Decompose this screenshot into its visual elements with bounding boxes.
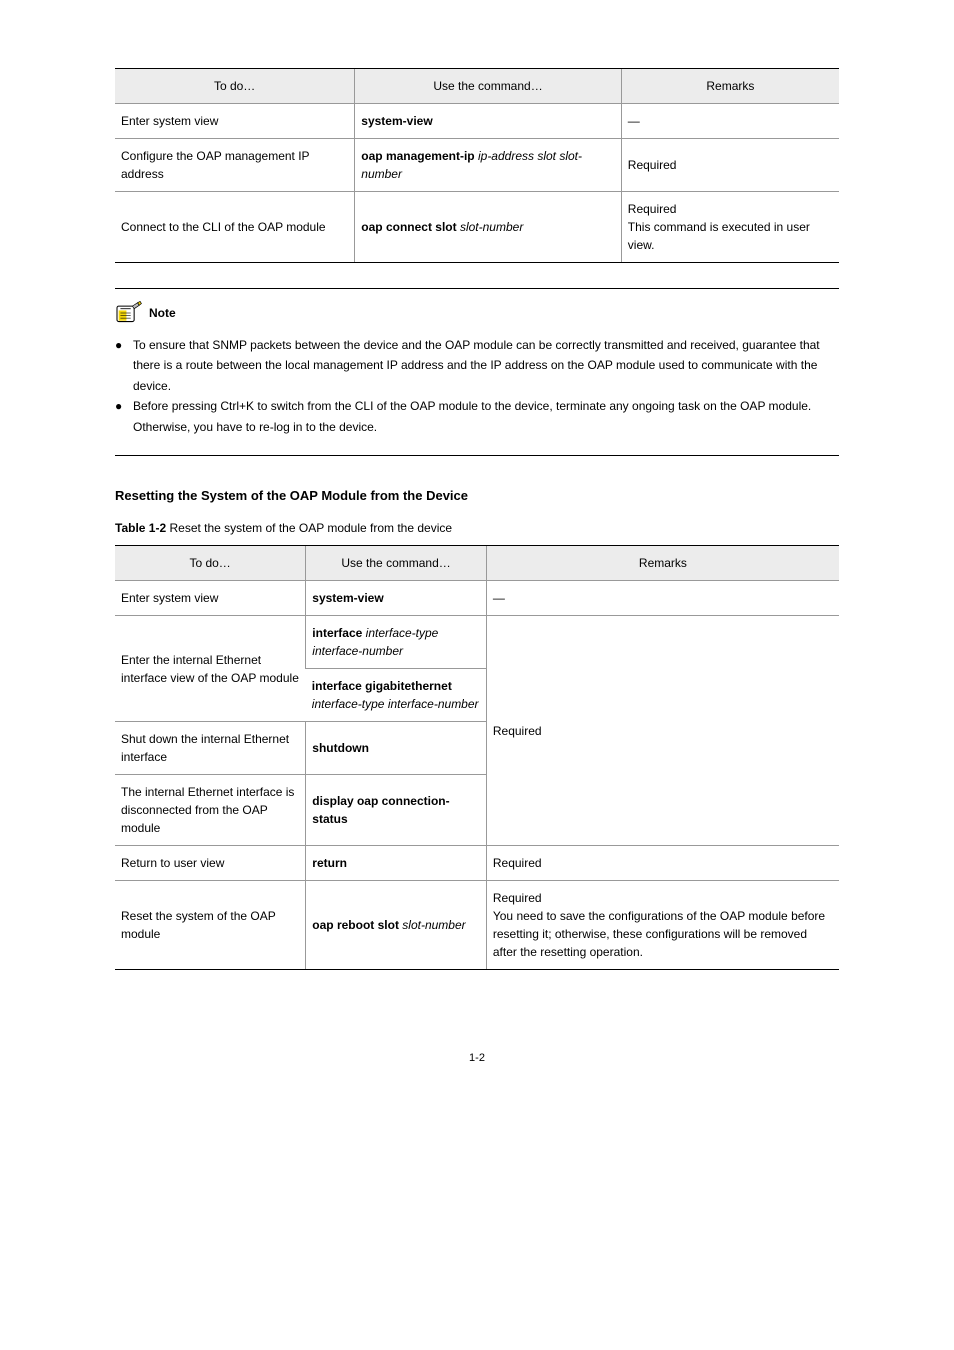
cell: shutdown [306, 722, 487, 775]
cell: Return to user view [115, 846, 306, 881]
note-bullet: Before pressing Ctrl+K to switch from th… [133, 396, 839, 437]
table-caption: Table 1-2 Reset the system of the OAP mo… [115, 519, 839, 537]
caption-strong: Table 1-2 [115, 521, 166, 535]
note-bullet: To ensure that SNMP packets between the … [133, 335, 839, 396]
cell: The internal Ethernet interface is disco… [115, 775, 306, 846]
table-row: Return to user viewreturnRequired [115, 846, 839, 881]
cell: oap connect slot slot-number [355, 192, 622, 263]
cell: Required [486, 846, 839, 881]
table-header: Remarks [486, 546, 839, 581]
cell: Enter the internal Ethernet interface vi… [115, 616, 306, 722]
table-row: Enter the internal Ethernet interface vi… [115, 616, 839, 669]
cell: RequiredThis command is executed in user… [621, 192, 839, 263]
cell: Shut down the internal Ethernet interfac… [115, 722, 306, 775]
table-reset: To do… Use the command… Remarks Enter sy… [115, 545, 839, 970]
cell: RequiredYou need to save the configurati… [486, 881, 839, 970]
cell: Enter system view [115, 104, 355, 139]
table-header: To do… [115, 69, 355, 104]
table-row: Configure the OAP management IP addresso… [115, 139, 839, 192]
bullet-icon: ● [115, 335, 133, 396]
table-top: To do… Use the command… Remarks Enter sy… [115, 68, 839, 263]
table-header: Use the command… [306, 546, 487, 581]
table-header: Use the command… [355, 69, 622, 104]
caption-rest: Reset the system of the OAP module from … [166, 521, 452, 535]
cell: Required [621, 139, 839, 192]
table-header: To do… [115, 546, 306, 581]
cell: Required [486, 616, 839, 846]
cell: Configure the OAP management IP address [115, 139, 355, 192]
note-icon [115, 301, 143, 325]
table-row: Enter system viewsystem-view— [115, 581, 839, 616]
table-row: Connect to the CLI of the OAP moduleoap … [115, 192, 839, 263]
table-header: Remarks [621, 69, 839, 104]
cell: Connect to the CLI of the OAP module [115, 192, 355, 263]
cell: system-view [355, 104, 622, 139]
note-label: Note [149, 304, 176, 322]
cell: interface gigabitethernet interface-type… [306, 669, 487, 722]
cell: Enter system view [115, 581, 306, 616]
cell: return [306, 846, 487, 881]
bullet-icon: ● [115, 396, 133, 437]
cell: system-view [306, 581, 487, 616]
cell: — [621, 104, 839, 139]
cell: interface interface-type interface-numbe… [306, 616, 487, 669]
note-body: ●To ensure that SNMP packets between the… [115, 335, 839, 437]
page-number: 1-2 [115, 1050, 839, 1067]
section-title: Resetting the System of the OAP Module f… [115, 486, 839, 506]
cell: oap reboot slot slot-number [306, 881, 487, 970]
cell: display oap connection-status [306, 775, 487, 846]
cell: oap management-ip ip-address slot slot-n… [355, 139, 622, 192]
cell: — [486, 581, 839, 616]
table-row: Enter system viewsystem-view— [115, 104, 839, 139]
table-row: Reset the system of the OAP moduleoap re… [115, 881, 839, 970]
note-box: Note ●To ensure that SNMP packets betwee… [115, 288, 839, 456]
cell: Reset the system of the OAP module [115, 881, 306, 970]
